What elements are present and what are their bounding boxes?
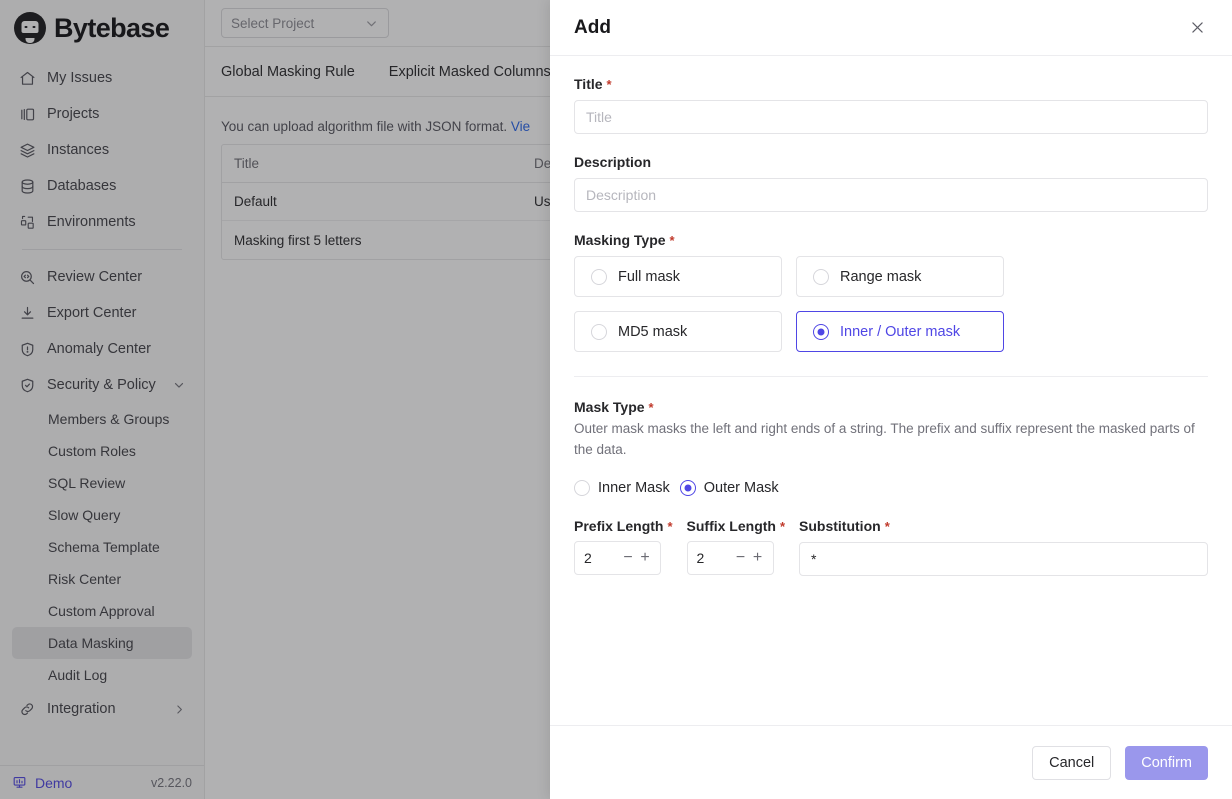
radio-icon-selected bbox=[813, 323, 829, 340]
section-divider bbox=[574, 376, 1208, 377]
mask-type-group: Mask Type * Outer mask masks the left an… bbox=[574, 399, 1208, 497]
dialog-title: Add bbox=[574, 16, 611, 38]
suffix-length-label: Suffix Length bbox=[686, 518, 776, 535]
required-marker: * bbox=[606, 77, 612, 92]
radio-icon bbox=[591, 323, 607, 340]
radio-icon-selected bbox=[679, 480, 696, 497]
cancel-button[interactable]: Cancel bbox=[1032, 745, 1112, 780]
prefix-length-stepper[interactable]: 2 − + bbox=[574, 541, 661, 576]
masking-type-option-full-mask[interactable]: Full mask bbox=[574, 256, 782, 297]
masking-type-option-range-mask[interactable]: Range mask bbox=[796, 256, 1004, 297]
required-marker: * bbox=[648, 400, 654, 415]
masking-type-option-md5-mask[interactable]: MD5 mask bbox=[574, 311, 782, 352]
prefix-stepper-buttons: − + bbox=[622, 549, 651, 566]
mask-type-option-outer-mask[interactable]: Outer Mask bbox=[679, 480, 779, 497]
suffix-length-stepper[interactable]: 2 − + bbox=[686, 541, 774, 576]
close-icon[interactable] bbox=[1184, 15, 1210, 41]
substitution-label-row: Substitution * bbox=[799, 518, 1208, 534]
confirm-button[interactable]: Confirm bbox=[1125, 745, 1208, 780]
mask-type-label-row: Mask Type * bbox=[574, 399, 1208, 415]
option-label: Inner / Outer mask bbox=[840, 323, 961, 340]
masking-type-label: Masking Type bbox=[574, 232, 666, 248]
option-label: MD5 mask bbox=[618, 323, 688, 340]
required-marker: * bbox=[779, 519, 786, 535]
masking-type-label-row: Masking Type * bbox=[574, 232, 1208, 248]
minus-icon[interactable]: − bbox=[622, 549, 634, 566]
required-marker: * bbox=[884, 519, 890, 535]
description-field-group: Description bbox=[574, 154, 1208, 212]
required-marker: * bbox=[669, 233, 675, 248]
option-label: Range mask bbox=[840, 268, 922, 285]
prefix-length-group: Prefix Length * 2 − + bbox=[574, 518, 673, 576]
title-field-group: Title * bbox=[574, 76, 1208, 134]
substitution-label: Substitution bbox=[799, 518, 881, 535]
option-label: Outer Mask bbox=[703, 480, 779, 497]
masking-type-group: Masking Type * Full mask Range mask MD5 … bbox=[574, 232, 1208, 352]
plus-icon[interactable]: + bbox=[639, 549, 651, 566]
masking-type-options: Full mask Range mask MD5 mask Inner / Ou… bbox=[574, 256, 1208, 352]
plus-icon[interactable]: + bbox=[752, 549, 764, 566]
description-input[interactable] bbox=[574, 178, 1208, 212]
title-input[interactable] bbox=[574, 100, 1208, 134]
suffix-length-value: 2 bbox=[696, 550, 705, 567]
title-label-row: Title * bbox=[574, 76, 1208, 92]
suffix-stepper-buttons: − + bbox=[735, 549, 764, 566]
suffix-length-group: Suffix Length * 2 − + bbox=[686, 518, 786, 576]
mask-type-options: Inner Mask Outer Mask bbox=[574, 480, 1208, 497]
mask-type-description: Outer mask masks the left and right ends… bbox=[574, 421, 1195, 457]
dialog-body: Title * Description Masking Type * bbox=[550, 56, 1232, 725]
substitution-input[interactable] bbox=[799, 542, 1208, 577]
option-label: Inner Mask bbox=[598, 480, 670, 497]
masking-type-option-inner-outer-mask[interactable]: Inner / Outer mask bbox=[796, 311, 1004, 352]
substitution-group: Substitution * bbox=[799, 518, 1208, 577]
radio-icon bbox=[813, 268, 829, 285]
mask-type-label: Mask Type bbox=[574, 399, 645, 415]
add-masking-algorithm-dialog: Add Title * Description bbox=[550, 0, 1232, 799]
suffix-length-label-row: Suffix Length * bbox=[687, 518, 786, 534]
title-label: Title bbox=[574, 76, 603, 92]
prefix-length-value: 2 bbox=[584, 550, 592, 567]
prefix-length-label: Prefix Length bbox=[574, 518, 664, 535]
dialog-footer: Cancel Confirm bbox=[550, 725, 1232, 799]
prefix-length-label-row: Prefix Length * bbox=[574, 518, 673, 534]
required-marker: * bbox=[667, 519, 673, 535]
mask-type-option-inner-mask[interactable]: Inner Mask bbox=[574, 480, 670, 497]
radio-icon bbox=[574, 480, 590, 497]
minus-icon[interactable]: − bbox=[735, 549, 747, 566]
description-label: Description bbox=[574, 154, 652, 170]
option-label: Full mask bbox=[618, 268, 681, 285]
length-substitution-row: Prefix Length * 2 − + Suffix Length * 2 … bbox=[574, 518, 1208, 577]
dialog-header: Add bbox=[550, 0, 1232, 56]
description-label-row: Description bbox=[574, 154, 1208, 170]
radio-icon bbox=[591, 268, 607, 285]
